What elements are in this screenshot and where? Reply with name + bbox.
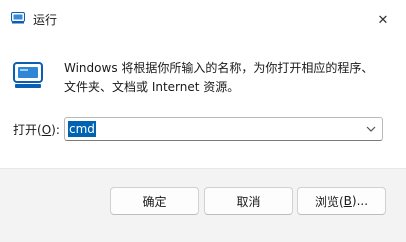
browse-label-suffix: )... — [351, 194, 369, 208]
run-app-icon — [11, 12, 25, 24]
window-title: 运行 — [33, 13, 58, 27]
browse-button[interactable]: 浏览(B)... — [297, 187, 386, 215]
run-dialog: 运行 ✕ Windows 将根据你所输入的名称，为你打开相应的程序、文件夹、文档… — [0, 0, 406, 242]
command-input[interactable]: cmd — [68, 121, 96, 137]
open-combobox[interactable]: cmd — [64, 117, 383, 141]
chevron-down-icon[interactable] — [364, 122, 378, 136]
title-bar[interactable]: 运行 ✕ — [0, 0, 406, 40]
open-label-suffix: ): — [51, 123, 60, 137]
open-label: 打开(O): — [13, 121, 60, 138]
run-program-icon — [13, 62, 45, 90]
open-label-prefix: 打开( — [13, 123, 42, 137]
cancel-button[interactable]: 取消 — [204, 187, 293, 215]
close-button[interactable]: ✕ — [368, 6, 398, 34]
close-icon: ✕ — [377, 12, 389, 28]
dialog-description: Windows 将根据你所输入的名称，为你打开相应的程序、文件夹、文档或 Int… — [64, 61, 374, 94]
ok-button-label: 确定 — [142, 194, 167, 209]
browse-label-accesskey: B — [343, 194, 352, 208]
open-label-accesskey: O — [41, 123, 52, 137]
browse-label-prefix: 浏览( — [314, 194, 344, 209]
cancel-button-label: 取消 — [236, 194, 261, 209]
ok-button[interactable]: 确定 — [110, 187, 199, 215]
